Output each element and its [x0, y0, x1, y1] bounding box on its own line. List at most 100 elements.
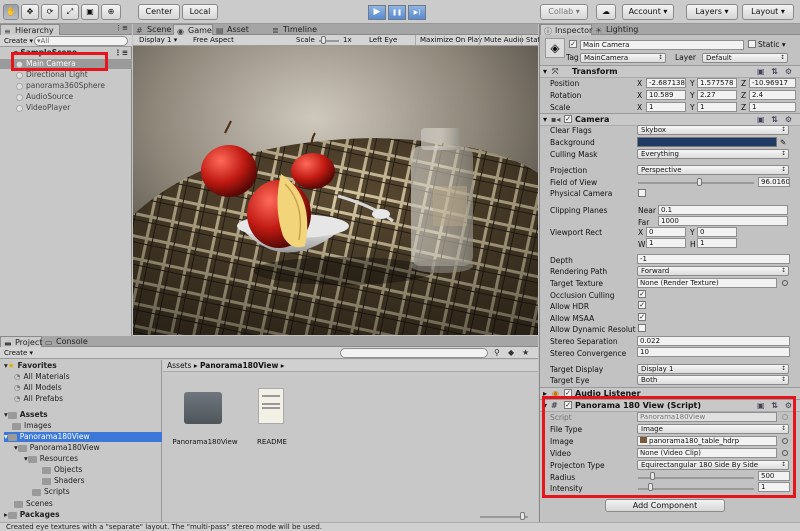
pause-button[interactable]: ❚❚ — [388, 5, 406, 20]
tree-item-shaders[interactable]: Shaders — [42, 476, 84, 486]
game-viewport[interactable] — [133, 46, 538, 335]
occlusion-culling-checkbox[interactable]: ✓ — [638, 290, 646, 298]
move-tool-icon[interactable]: ✥ — [21, 4, 39, 20]
projection-dropdown[interactable]: Perspective — [637, 165, 789, 175]
transform-tool-icon[interactable]: ⊕ — [101, 4, 121, 20]
object-name-field[interactable]: Main Camera — [580, 40, 744, 50]
pivot-center-button[interactable]: Center — [138, 4, 180, 20]
scale-tool-icon[interactable]: ⤢ — [61, 4, 79, 20]
tab-asset-store[interactable]: ▤Asset Store — [213, 24, 269, 45]
viewport-h-field[interactable]: 1 — [697, 238, 737, 248]
space-local-button[interactable]: Local — [182, 4, 218, 20]
tree-item-scenes[interactable]: Scenes — [14, 499, 53, 509]
hierarchy-item-videoplayer[interactable]: VideoPlayer — [0, 103, 132, 113]
favorites-header[interactable]: ▾★ Favorites — [4, 361, 57, 371]
hand-tool-icon[interactable]: ✋ — [3, 4, 19, 20]
stereo-separation-field[interactable]: 0.022 — [637, 336, 790, 346]
eye-dropdown[interactable]: Left Eye — [365, 35, 401, 45]
icon-size-knob[interactable] — [520, 512, 525, 520]
asset-readme[interactable]: README — [250, 386, 294, 456]
hierarchy-item-audiosource[interactable]: AudioSource — [0, 92, 132, 102]
rotation-z-field[interactable]: 2.4 — [749, 90, 796, 100]
transform-header[interactable]: ▾ ⤧ Transform ▣ ⇅ ⚙ — [540, 65, 800, 78]
rect-tool-icon[interactable]: ▣ — [81, 4, 99, 20]
layout-dropdown[interactable]: Layout ▾ — [742, 4, 794, 20]
favorite-item[interactable]: ◔ All Models — [14, 383, 62, 393]
stereo-convergence-field[interactable]: 10 — [637, 347, 790, 357]
viewport-y-field[interactable]: 0 — [697, 227, 737, 237]
tree-item-panorama180view-sub[interactable]: ▾ Panorama180View — [14, 443, 100, 453]
tab-scene[interactable]: # Scene — [133, 24, 173, 35]
collab-button[interactable]: Collab ▾ — [540, 4, 588, 20]
tab-game[interactable]: ◉ Game — [173, 24, 213, 36]
allow-hdr-checkbox[interactable]: ✓ — [638, 301, 646, 309]
component-menu-icons[interactable]: ▣ ⇅ ⚙ — [757, 114, 794, 125]
packages-header[interactable]: ▸ Packages — [4, 510, 60, 520]
physical-camera-checkbox[interactable] — [638, 189, 646, 197]
target-display-dropdown[interactable]: Display 1 — [637, 364, 789, 374]
panel-menu-icon[interactable]: ⋮≡ — [115, 24, 128, 32]
clear-flags-dropdown[interactable]: Skybox — [637, 125, 789, 135]
allow-dynamic-resolution-checkbox[interactable] — [638, 324, 646, 332]
viewport-w-field[interactable]: 1 — [646, 238, 686, 248]
aspect-dropdown[interactable]: Free Aspect — [189, 35, 238, 45]
tab-inspector[interactable]: ⓘ Inspector — [540, 24, 592, 36]
star-icon[interactable]: ★ — [522, 348, 529, 357]
play-button[interactable]: ▶ — [368, 5, 386, 20]
tree-item-scripts[interactable]: Scripts — [32, 487, 70, 497]
scene-menu-icon[interactable]: ⋮≡ — [114, 48, 128, 58]
maximize-on-play-toggle[interactable]: Maximize On Play — [415, 35, 486, 45]
position-x-field[interactable]: -2.687138 — [646, 78, 686, 88]
tree-item-images[interactable]: Images — [12, 421, 160, 431]
tree-item-resources[interactable]: ▾ Resources — [24, 454, 78, 464]
filter-icon[interactable]: ⚲ — [494, 348, 500, 357]
hierarchy-item-directional-light[interactable]: Directional Light — [0, 70, 132, 80]
object-picker-icon[interactable] — [782, 280, 788, 286]
favorite-item[interactable]: ◔ All Prefabs — [14, 394, 63, 404]
viewport-x-field[interactable]: 0 — [646, 227, 686, 237]
favorite-item[interactable]: ◔ All Materials — [14, 372, 70, 382]
tab-console[interactable]: ▭ Console — [42, 336, 88, 347]
tag-dropdown[interactable]: MainCamera — [580, 53, 666, 63]
culling-mask-dropdown[interactable]: Everything — [637, 149, 789, 159]
tab-timeline[interactable]: ≣ Timeline — [269, 24, 321, 35]
tab-hierarchy[interactable]: ≡ Hierarchy — [0, 24, 60, 36]
layers-dropdown[interactable]: Layers ▾ — [686, 4, 738, 20]
tree-item-panorama180view[interactable]: ▾ Panorama180View — [4, 432, 162, 442]
asset-folder-panorama180view[interactable]: Panorama180View — [172, 386, 238, 456]
depth-field[interactable]: -1 — [637, 254, 790, 264]
tab-lighting[interactable]: ☀ Lighting — [592, 24, 640, 35]
cloud-button[interactable]: ☁ — [596, 4, 616, 20]
assets-header[interactable]: ▾ Assets — [4, 410, 48, 420]
step-button[interactable]: ▶| — [408, 5, 426, 20]
tab-project[interactable]: ▬ Project — [0, 336, 42, 348]
target-eye-dropdown[interactable]: Both — [637, 375, 789, 385]
rotate-tool-icon[interactable]: ⟳ — [41, 4, 59, 20]
component-menu-icons[interactable]: ▣ ⇅ ⚙ — [757, 66, 794, 77]
breadcrumb-assets[interactable]: Assets — [167, 361, 191, 370]
target-texture-field[interactable]: None (Render Texture) — [637, 278, 777, 288]
tree-item-objects[interactable]: Objects — [42, 465, 82, 475]
add-component-button[interactable]: Add Component — [605, 499, 725, 512]
allow-msaa-checkbox[interactable]: ✓ — [638, 313, 646, 321]
project-create-button[interactable]: Create ▾ — [0, 348, 37, 358]
rotation-x-field[interactable]: 10.589 — [646, 90, 686, 100]
position-y-field[interactable]: 1.577578 — [697, 78, 737, 88]
display-dropdown[interactable]: Display 1 ▾ — [135, 35, 181, 45]
eyedropper-icon[interactable]: ✎ — [780, 138, 786, 148]
hierarchy-item-panorama360sphere[interactable]: panorama360Sphere — [0, 81, 132, 91]
layer-dropdown[interactable]: Default — [702, 53, 788, 63]
expander-icon[interactable]: ▾ — [543, 114, 547, 125]
rendering-path-dropdown[interactable]: Forward — [637, 266, 789, 276]
rotation-y-field[interactable]: 2.27 — [697, 90, 737, 100]
hierarchy-search-input[interactable]: ▾All — [34, 36, 128, 46]
scale-slider-knob[interactable] — [321, 36, 326, 44]
fov-slider-knob[interactable] — [697, 178, 702, 186]
fov-slider[interactable] — [638, 182, 754, 184]
expander-icon[interactable]: ▾ — [543, 66, 547, 77]
static-dropdown[interactable]: Static ▾ — [758, 40, 786, 50]
background-color-swatch[interactable] — [637, 137, 777, 147]
far-field[interactable]: 1000 — [658, 216, 788, 226]
position-z-field[interactable]: -10.96917 — [749, 78, 796, 88]
static-checkbox[interactable] — [748, 40, 756, 48]
